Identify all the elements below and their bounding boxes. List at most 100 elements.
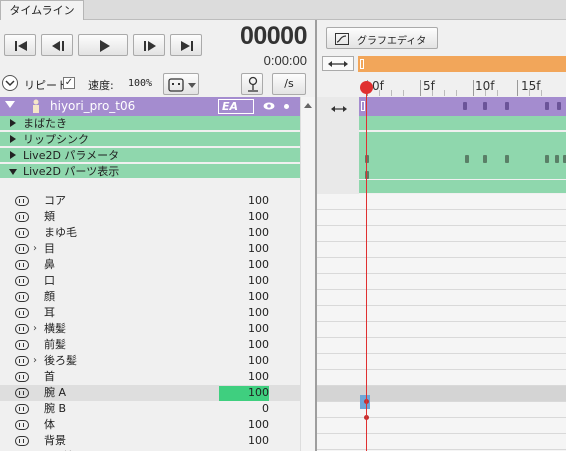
horizontal-arrows-icon[interactable] bbox=[331, 105, 347, 113]
part-row[interactable]: まゆ毛 100 bbox=[0, 225, 300, 241]
track-handle[interactable] bbox=[361, 101, 365, 111]
part-value[interactable]: 100 bbox=[220, 417, 269, 433]
expand-arrow-icon[interactable] bbox=[10, 119, 16, 127]
expand-arrow-icon[interactable] bbox=[10, 135, 16, 143]
scroll-up-icon[interactable] bbox=[304, 103, 312, 108]
part-row[interactable]: 腕 B 0 bbox=[0, 401, 300, 417]
chevron-right-icon[interactable]: › bbox=[33, 321, 37, 337]
auto-mode-dropdown[interactable] bbox=[163, 73, 199, 95]
vertical-scrollbar[interactable] bbox=[300, 97, 315, 451]
part-keyframe-track[interactable] bbox=[317, 242, 566, 258]
part-row[interactable]: 鼻 100 bbox=[0, 257, 300, 273]
playback-range-bar[interactable] bbox=[358, 56, 566, 72]
part-value[interactable]: 0 bbox=[220, 401, 269, 417]
collapse-arrow-icon[interactable] bbox=[5, 101, 15, 108]
part-visibility-icon[interactable] bbox=[15, 212, 29, 222]
part-visibility-icon[interactable] bbox=[15, 292, 29, 302]
record-dot-icon[interactable] bbox=[284, 104, 289, 109]
graph-editor-button[interactable]: グラフエディタ bbox=[326, 27, 438, 49]
part-row[interactable]: 耳 100 bbox=[0, 305, 300, 321]
part-keyframe-track[interactable] bbox=[317, 226, 566, 242]
part-visibility-icon[interactable] bbox=[15, 308, 29, 318]
part-visibility-icon[interactable] bbox=[15, 388, 29, 398]
playhead-line[interactable] bbox=[366, 88, 367, 451]
tab-timeline[interactable]: タイムライン bbox=[0, 0, 84, 21]
part-visibility-icon[interactable] bbox=[15, 436, 29, 446]
part-value[interactable]: 100 bbox=[220, 273, 269, 289]
part-keyframe-track[interactable] bbox=[317, 386, 566, 402]
pin-button[interactable] bbox=[241, 73, 263, 95]
frame-rate-button[interactable]: /s bbox=[272, 73, 306, 95]
part-keyframe-track[interactable] bbox=[317, 338, 566, 354]
part-keyframe-track[interactable] bbox=[317, 274, 566, 290]
part-row[interactable]: 顔 100 bbox=[0, 289, 300, 305]
part-row[interactable]: 口 100 bbox=[0, 273, 300, 289]
part-row[interactable]: › 目 100 bbox=[0, 241, 300, 257]
previous-frame-button[interactable] bbox=[41, 34, 73, 56]
range-handle[interactable] bbox=[360, 59, 364, 69]
expand-options-button[interactable] bbox=[2, 75, 18, 91]
edit-animation-badge[interactable]: EA bbox=[218, 99, 254, 114]
group-track-part-visibility[interactable] bbox=[359, 180, 566, 194]
part-keyframe-track[interactable] bbox=[317, 306, 566, 322]
part-value[interactable]: 100 bbox=[220, 305, 269, 321]
part-row[interactable]: 腕 A 100 bbox=[0, 385, 300, 401]
keyframe[interactable] bbox=[555, 155, 559, 163]
part-visibility-icon[interactable] bbox=[15, 404, 29, 414]
group-row-lipsync[interactable]: リップシンク bbox=[0, 132, 300, 147]
part-keyframe-track[interactable] bbox=[317, 210, 566, 226]
keyframe[interactable] bbox=[545, 155, 549, 163]
speed-value[interactable]: 100% bbox=[128, 78, 152, 89]
go-to-start-button[interactable] bbox=[4, 34, 36, 56]
go-to-end-button[interactable] bbox=[170, 34, 202, 56]
keyframe-track-area[interactable] bbox=[317, 97, 566, 451]
part-row[interactable]: › 横髪 100 bbox=[0, 321, 300, 337]
repeat-checkbox[interactable]: ✓ bbox=[63, 77, 75, 89]
part-visibility-icon[interactable] bbox=[15, 244, 29, 254]
part-value[interactable]: 100 bbox=[220, 209, 269, 225]
group-row-parameters[interactable]: Live2D パラメータ bbox=[0, 148, 300, 163]
part-keyframe-track[interactable] bbox=[317, 370, 566, 386]
play-button[interactable] bbox=[78, 34, 128, 56]
part-keyframe-track[interactable] bbox=[317, 258, 566, 274]
keyframe[interactable] bbox=[505, 102, 509, 110]
part-visibility-icon[interactable] bbox=[15, 196, 29, 206]
group-track-blink[interactable] bbox=[359, 116, 566, 131]
part-keyframe-track[interactable] bbox=[317, 434, 566, 450]
part-keyframe-track[interactable] bbox=[317, 418, 566, 434]
part-value[interactable]: 100 bbox=[220, 225, 269, 241]
part-keyframe-track[interactable] bbox=[317, 194, 566, 210]
group-track-lipsync-parameters[interactable] bbox=[359, 132, 566, 180]
chevron-right-icon[interactable]: › bbox=[33, 353, 37, 369]
part-visibility-icon[interactable] bbox=[15, 228, 29, 238]
keyframe[interactable] bbox=[557, 102, 561, 110]
frame-ruler[interactable]: 0f 5f 10f 15f bbox=[317, 77, 566, 96]
part-visibility-icon[interactable] bbox=[15, 372, 29, 382]
part-value[interactable]: 100 bbox=[220, 257, 269, 273]
group-row-blink[interactable]: まばたき bbox=[0, 116, 300, 131]
playhead-handle[interactable] bbox=[360, 81, 373, 94]
part-visibility-icon[interactable] bbox=[15, 356, 29, 366]
keyframe[interactable] bbox=[463, 102, 467, 110]
part-visibility-icon[interactable] bbox=[15, 420, 29, 430]
part-value[interactable]: 100 bbox=[220, 369, 269, 385]
part-keyframe-track[interactable] bbox=[317, 290, 566, 306]
collapse-arrow-icon[interactable] bbox=[9, 169, 17, 175]
part-row[interactable]: 首 100 bbox=[0, 369, 300, 385]
part-visibility-icon[interactable] bbox=[15, 340, 29, 350]
next-frame-button[interactable] bbox=[133, 34, 165, 56]
expand-arrow-icon[interactable] bbox=[10, 151, 16, 159]
model-row[interactable]: hiyori_pro_t06 EA bbox=[0, 97, 300, 116]
part-keyframe-track[interactable] bbox=[317, 402, 566, 418]
part-value[interactable]: 100 bbox=[220, 385, 269, 401]
keyframe[interactable] bbox=[505, 155, 509, 163]
model-keyframe-track[interactable] bbox=[359, 97, 566, 116]
part-value[interactable]: 100 bbox=[220, 433, 269, 449]
part-value[interactable]: 100 bbox=[220, 241, 269, 257]
part-row[interactable]: コア 100 bbox=[0, 193, 300, 209]
keyframe[interactable] bbox=[465, 155, 469, 163]
part-row[interactable]: 背景 100 bbox=[0, 433, 300, 449]
part-row[interactable]: 頬 100 bbox=[0, 209, 300, 225]
part-keyframe-track[interactable] bbox=[317, 354, 566, 370]
part-value[interactable]: 100 bbox=[220, 353, 269, 369]
